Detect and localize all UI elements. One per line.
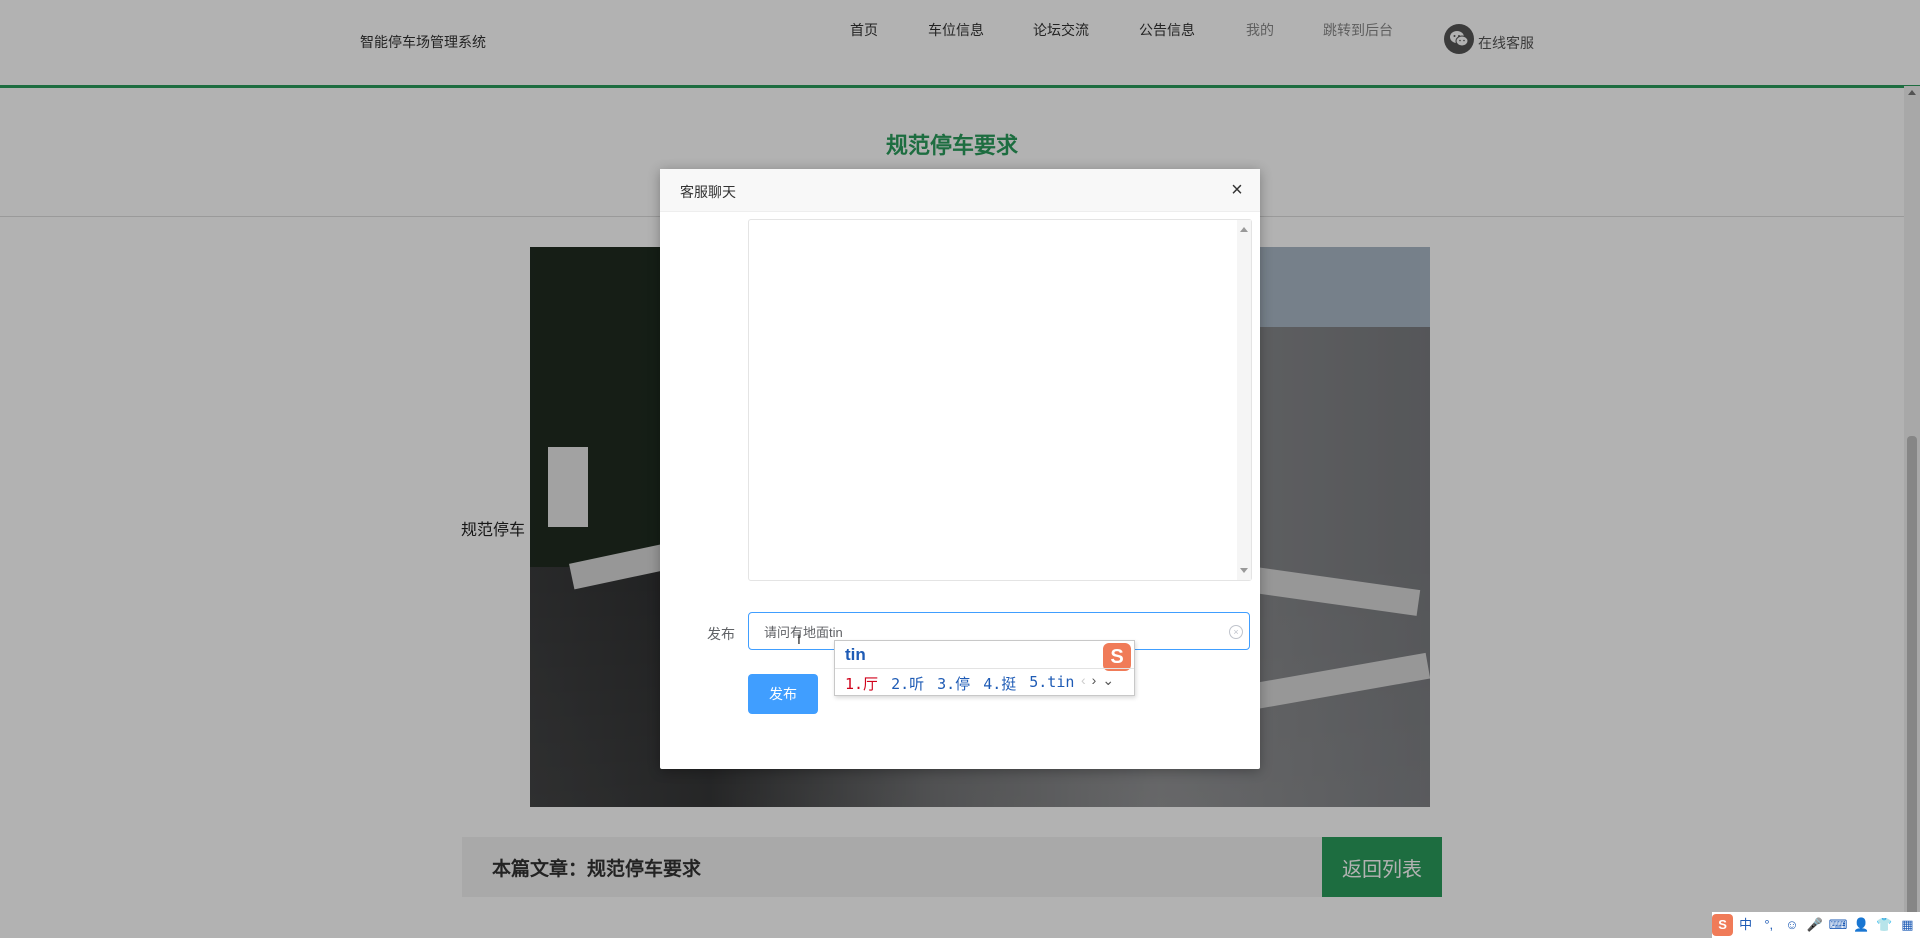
scroll-down-arrow-icon[interactable] — [1240, 568, 1248, 573]
clear-input-icon[interactable]: × — [1229, 625, 1243, 639]
ime-candidate-window: tin S 1.厅 2.听 3.停 4.挺 5.tin ‹ › ⌄ — [834, 640, 1135, 696]
ime-candidate-5[interactable]: 5.tin — [1029, 673, 1074, 694]
ime-candidate-2[interactable]: 2.听 — [891, 673, 924, 694]
publish-field-label: 发布 — [707, 626, 735, 642]
chinese-mode-icon[interactable]: 中 — [1735, 914, 1756, 936]
ime-divider — [835, 668, 1134, 669]
ime-tray: S 中 °, ☺ 🎤 ⌨ 👤 👕 ▦ — [1712, 912, 1920, 938]
dialog-title: 客服聊天 — [680, 184, 736, 200]
toolbox-icon[interactable]: ▦ — [1897, 914, 1918, 936]
keyboard-icon[interactable]: ⌨ — [1828, 914, 1849, 936]
sogou-tray-logo-icon[interactable]: S — [1712, 914, 1734, 936]
chat-messages-area[interactable] — [748, 219, 1252, 581]
skin-icon[interactable]: 👕 — [1874, 914, 1895, 936]
ime-candidate-4[interactable]: 4.挺 — [983, 673, 1016, 694]
ime-candidate-3[interactable]: 3.停 — [937, 673, 970, 694]
microphone-icon[interactable]: 🎤 — [1804, 914, 1825, 936]
ime-candidate-1[interactable]: 1.厅 — [845, 673, 878, 694]
punctuation-icon[interactable]: °, — [1758, 914, 1779, 936]
close-icon[interactable]: × — [1226, 179, 1248, 201]
ime-page-nav: ‹ › ⌄ — [1081, 672, 1120, 689]
scroll-up-arrow-icon[interactable] — [1240, 227, 1248, 232]
dialog-header: 客服聊天 × — [660, 169, 1260, 212]
ime-next-page-icon[interactable]: › — [1092, 672, 1097, 689]
ime-prev-page-icon[interactable]: ‹ — [1081, 672, 1086, 689]
text-cursor-icon: I — [797, 631, 801, 647]
emoji-icon[interactable]: ☺ — [1781, 914, 1802, 936]
sogou-logo-icon: S — [1103, 643, 1131, 671]
ime-composition: tin — [845, 645, 866, 664]
ime-expand-icon[interactable]: ⌄ — [1102, 672, 1114, 689]
publish-button[interactable]: 发布 — [748, 674, 818, 714]
user-icon[interactable]: 👤 — [1851, 914, 1872, 936]
ime-candidates: 1.厅 2.听 3.停 4.挺 5.tin — [845, 673, 1087, 694]
chat-scrollbar[interactable] — [1237, 220, 1251, 580]
